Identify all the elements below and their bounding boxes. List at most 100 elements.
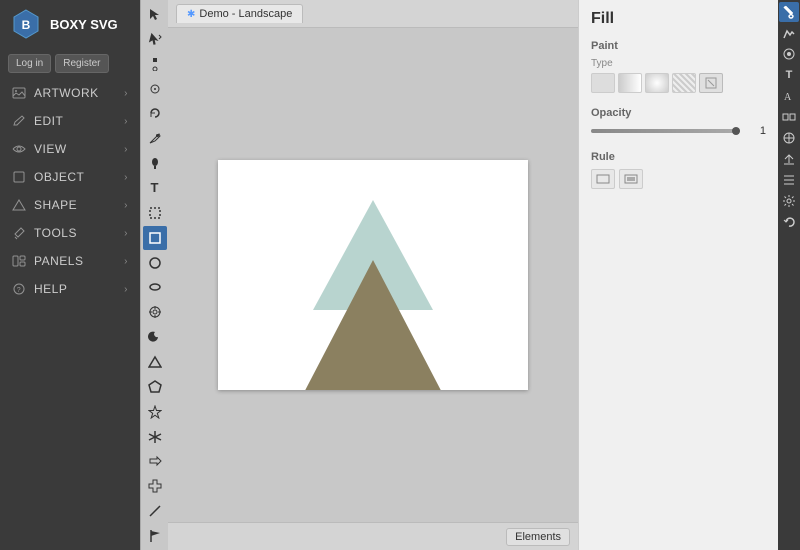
arrow-icon [148, 7, 162, 21]
svg-text:?: ? [17, 287, 21, 294]
fill-section: Fill Paint Type Opacity 1 [579, 0, 778, 550]
opacity-label: Opacity [591, 107, 766, 119]
far-stroke-button[interactable] [779, 23, 799, 43]
sidebar-item-edit[interactable]: EDIT › [0, 107, 140, 135]
rule-icons [591, 169, 766, 189]
sidebar-item-help[interactable]: ? HELP › [0, 275, 140, 303]
auth-buttons: Log in Register [0, 48, 140, 79]
geometry-icon [782, 131, 796, 145]
flag-tool-button[interactable] [143, 524, 167, 548]
view-icon [12, 142, 26, 156]
far-geometry-button[interactable] [779, 128, 799, 148]
paint-type-linear-button[interactable] [618, 73, 642, 93]
far-compose-button[interactable] [779, 107, 799, 127]
rotate-icon [148, 106, 162, 120]
image-icon [12, 86, 26, 100]
left-sidebar: B BOXY SVG Log in Register ARTWORK › EDI… [0, 0, 140, 550]
curvature-tool-button[interactable] [143, 77, 167, 101]
paint-type-solid-button[interactable] [591, 73, 615, 93]
fill-bucket-icon [782, 5, 796, 19]
text-tool-button[interactable]: T [143, 176, 167, 200]
star-tool-button[interactable] [143, 400, 167, 424]
sidebar-item-object[interactable]: OBJECT › [0, 163, 140, 191]
asterisk-icon [148, 430, 162, 444]
rule-section: Rule [591, 151, 766, 189]
main-area: ✱ Demo - Landscape Elements [168, 0, 578, 550]
type-label: Type [591, 58, 766, 69]
swatch-icon [704, 76, 718, 90]
rule-evenodd-button[interactable] [619, 169, 643, 189]
far-opacity-button[interactable] [779, 44, 799, 64]
paint-type-swatch-button[interactable] [699, 73, 723, 93]
sidebar-item-view[interactable]: VIEW › [0, 135, 140, 163]
app-title: BOXY SVG [50, 17, 118, 32]
frame-tool-button[interactable] [143, 201, 167, 225]
asterisk-tool-button[interactable] [143, 425, 167, 449]
rotate-tool-button[interactable] [143, 101, 167, 125]
pen-tool-button[interactable] [143, 126, 167, 150]
target-tool-button[interactable] [143, 300, 167, 324]
pentagon-icon [148, 380, 162, 394]
gear-icon [782, 194, 796, 208]
line-tool-button[interactable] [143, 499, 167, 523]
opacity-value: 1 [746, 125, 766, 137]
far-font-button[interactable]: A [779, 86, 799, 106]
select-tool-button[interactable] [143, 2, 167, 26]
node-tool-button[interactable] [143, 52, 167, 76]
brush-tool-button[interactable] [143, 151, 167, 175]
far-export-button[interactable] [779, 149, 799, 169]
canvas[interactable] [218, 160, 528, 390]
moon-tool-button[interactable] [143, 325, 167, 349]
undo-icon [782, 215, 796, 229]
line-icon [148, 504, 162, 518]
opacity-section: Opacity 1 [591, 107, 766, 137]
pen-icon [148, 131, 162, 145]
demo-tab[interactable]: ✱ Demo - Landscape [176, 4, 303, 23]
svg-text:B: B [22, 18, 31, 32]
ellipse-tool-button[interactable] [143, 275, 167, 299]
transform-tool-button[interactable] [143, 27, 167, 51]
opacity-icon [782, 47, 796, 61]
triangle-bottom-shape [248, 260, 498, 390]
moon-icon [148, 330, 162, 344]
shape-icon [12, 198, 26, 212]
opacity-slider[interactable] [591, 129, 740, 133]
paint-section: Paint Type [591, 40, 766, 93]
chevron-icon: › [124, 256, 128, 267]
cross-icon [148, 479, 162, 493]
rectangle-icon [148, 231, 162, 245]
arrow-shape-button[interactable] [143, 449, 167, 473]
far-right-bar: T A [778, 0, 800, 550]
rule-label: Rule [591, 151, 766, 163]
triangle-tool-button[interactable] [143, 350, 167, 374]
cross-tool-button[interactable] [143, 474, 167, 498]
sidebar-item-shape[interactable]: SHAPE › [0, 191, 140, 219]
circle-tool-button[interactable] [143, 251, 167, 275]
far-settings-button[interactable] [779, 191, 799, 211]
sidebar-item-panels[interactable]: PANELS › [0, 247, 140, 275]
frame-icon [148, 206, 162, 220]
canvas-container [168, 28, 578, 522]
app-logo-icon: B [10, 8, 42, 40]
pentagon-tool-button[interactable] [143, 375, 167, 399]
canvas-svg [218, 160, 528, 390]
far-text-button[interactable]: T [779, 65, 799, 85]
register-button[interactable]: Register [55, 54, 108, 73]
rule-nonzero-button[interactable] [591, 169, 615, 189]
far-undo-button[interactable] [779, 212, 799, 232]
paint-type-pattern-button[interactable] [672, 73, 696, 93]
triangle-icon [148, 355, 162, 369]
sidebar-item-artwork[interactable]: ARTWORK › [0, 79, 140, 107]
far-more-button[interactable] [779, 170, 799, 190]
transform-icon [148, 32, 162, 46]
far-fill-button[interactable] [779, 2, 799, 22]
panels-icon [12, 254, 26, 268]
node-icon [148, 57, 162, 71]
sidebar-item-tools[interactable]: TOOLS › [0, 219, 140, 247]
rectangle-tool-button[interactable] [143, 226, 167, 250]
bottom-bar: Elements [168, 522, 578, 550]
elements-button[interactable]: Elements [506, 528, 570, 546]
login-button[interactable]: Log in [8, 54, 51, 73]
paint-type-radial-button[interactable] [645, 73, 669, 93]
circle-icon [148, 256, 162, 270]
